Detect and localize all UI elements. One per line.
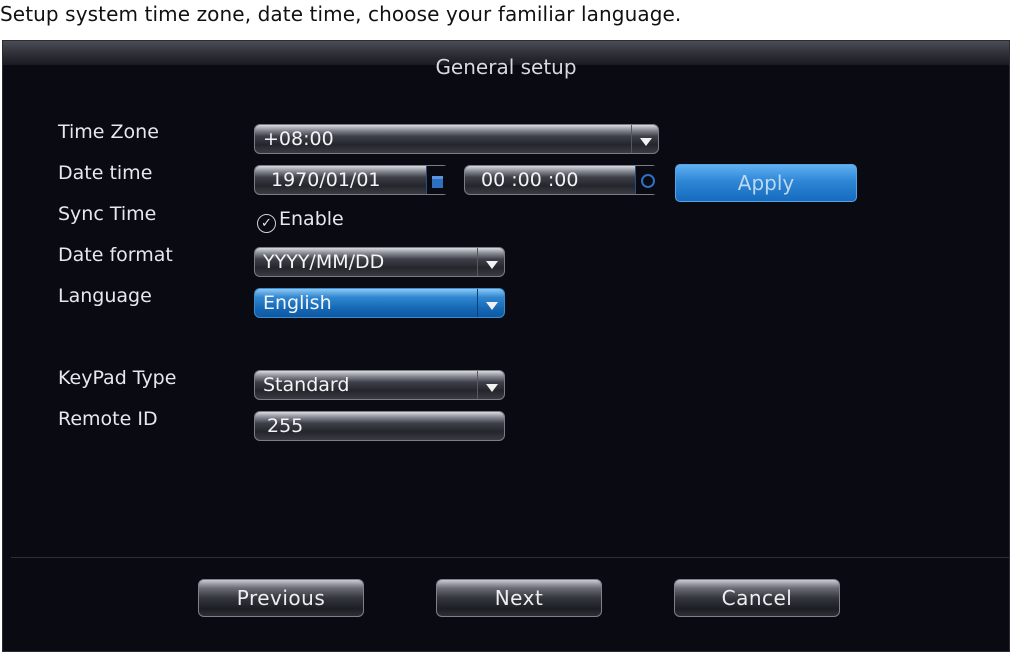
keypad-type-label: KeyPad Type bbox=[58, 367, 177, 389]
sync-time-enable-label: Enable bbox=[279, 208, 344, 230]
sync-time-label: Sync Time bbox=[58, 203, 157, 225]
chevron-down-icon bbox=[477, 248, 504, 276]
apply-button[interactable]: Apply bbox=[675, 164, 857, 202]
time-value: 00 :00 :00 bbox=[481, 169, 579, 191]
window-title: General setup bbox=[435, 55, 577, 79]
sync-time-checkbox[interactable]: ✓ Enable bbox=[257, 208, 344, 233]
next-button[interactable]: Next bbox=[436, 579, 602, 617]
chevron-down-icon bbox=[477, 289, 504, 317]
time-zone-select[interactable]: +08:00 bbox=[254, 124, 659, 154]
date-value: 1970/01/01 bbox=[271, 169, 381, 191]
remote-id-input[interactable]: 255 bbox=[254, 411, 505, 441]
remote-id-value: 255 bbox=[267, 415, 304, 437]
chevron-down-icon bbox=[631, 125, 658, 153]
keypad-type-select[interactable]: Standard bbox=[254, 370, 505, 400]
general-setup-window: General setup Time Zone +08:00 Date time… bbox=[2, 40, 1010, 652]
date-time-label: Date time bbox=[58, 162, 153, 184]
previous-button[interactable]: Previous bbox=[198, 579, 364, 617]
date-format-label: Date format bbox=[58, 244, 173, 266]
page-caption: Setup system time zone, date time, choos… bbox=[0, 2, 682, 26]
time-input[interactable]: 00 :00 :00 bbox=[464, 165, 658, 195]
language-value: English bbox=[263, 292, 332, 314]
language-label: Language bbox=[58, 285, 152, 307]
date-format-select[interactable]: YYYY/MM/DD bbox=[254, 247, 505, 277]
keypad-type-value: Standard bbox=[263, 374, 350, 396]
date-format-value: YYYY/MM/DD bbox=[263, 251, 385, 273]
chevron-down-icon bbox=[477, 371, 504, 399]
calendar-icon[interactable] bbox=[426, 166, 449, 194]
clock-icon[interactable] bbox=[635, 166, 658, 194]
check-icon: ✓ bbox=[257, 214, 276, 233]
date-input[interactable]: 1970/01/01 bbox=[254, 165, 449, 195]
time-zone-value: +08:00 bbox=[263, 128, 334, 150]
language-select[interactable]: English bbox=[254, 288, 505, 318]
remote-id-label: Remote ID bbox=[58, 408, 158, 430]
footer-divider bbox=[11, 557, 1009, 558]
cancel-button[interactable]: Cancel bbox=[674, 579, 840, 617]
time-zone-label: Time Zone bbox=[58, 121, 159, 143]
